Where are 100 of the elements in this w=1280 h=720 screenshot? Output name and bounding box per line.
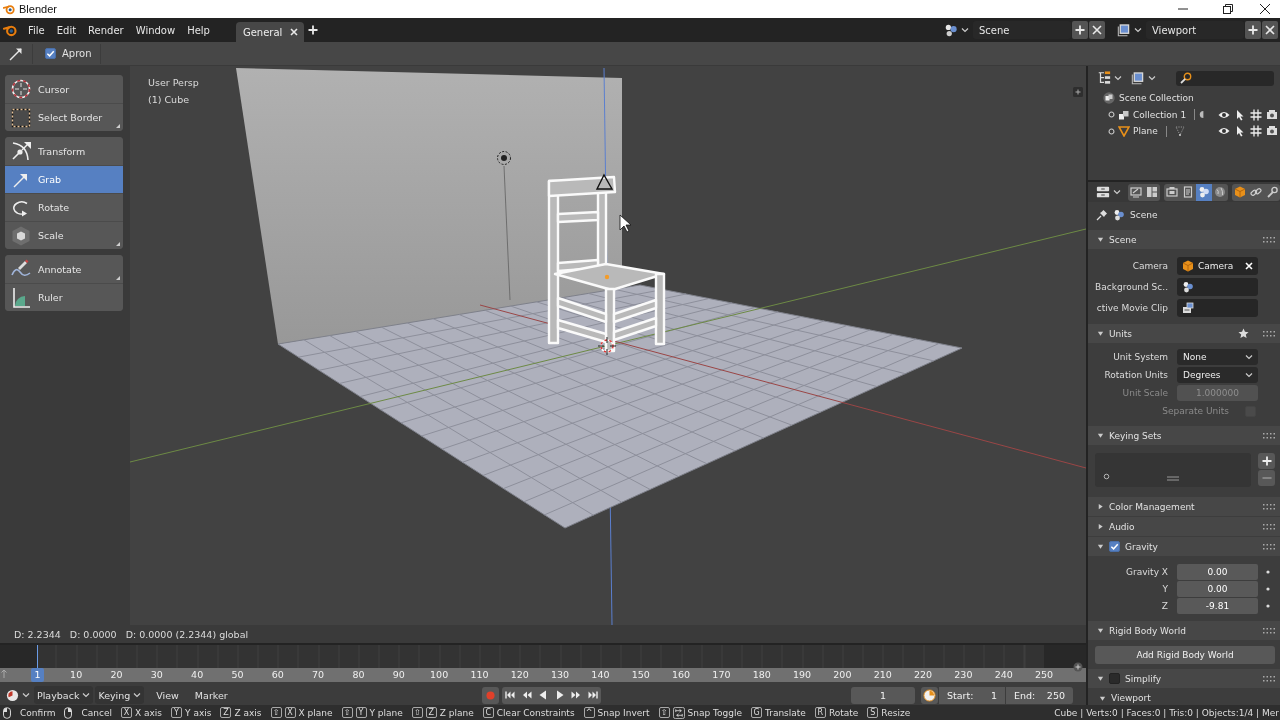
hint-label: Y plane (369, 707, 403, 718)
transform-icon (10, 140, 32, 162)
plus-icon (1075, 25, 1085, 35)
checkbox[interactable] (1109, 673, 1120, 684)
properties-tab[interactable] (1196, 183, 1212, 201)
menu-item[interactable]: Window (129, 18, 182, 42)
list-field[interactable] (1095, 453, 1251, 487)
checkbox[interactable] (1109, 541, 1120, 552)
timeline-track[interactable] (0, 645, 1086, 668)
add-view-layer-button[interactable] (1245, 21, 1261, 39)
camera-icon[interactable] (1264, 108, 1280, 121)
scene-name-field[interactable]: Scene (973, 21, 1071, 39)
tool-button[interactable]: Scale (5, 221, 123, 249)
search-field[interactable] (1176, 70, 1274, 86)
menu-item[interactable]: Playback (34, 686, 94, 704)
app-logo-icon[interactable] (3, 23, 17, 37)
hash-icon[interactable] (1248, 125, 1264, 138)
small-circle-icon[interactable] (1108, 127, 1115, 135)
small-plus-icon[interactable] (1073, 87, 1083, 97)
close-icon[interactable] (290, 28, 299, 36)
drag-handle-icon[interactable] (1263, 627, 1275, 634)
frame-number: 100 (429, 668, 450, 682)
menu-item[interactable]: Render (82, 18, 130, 42)
menu-item[interactable]: Edit (50, 18, 83, 42)
animate-dot-icon[interactable] (1266, 586, 1270, 591)
dropdown-field[interactable]: None (1177, 349, 1258, 365)
vertex-triangle-icon[interactable] (1173, 125, 1186, 138)
panel-header[interactable]: Color Management (1088, 497, 1280, 516)
view-layer-name-field[interactable]: Viewport (1146, 21, 1244, 39)
resize-grip-icon[interactable] (1167, 476, 1179, 481)
end-frame-field[interactable]: End: 250 (1006, 686, 1073, 704)
spheres-icon (1198, 186, 1210, 198)
tool-button[interactable]: Ruler (5, 283, 123, 311)
small-circle-icon[interactable] (1103, 473, 1110, 480)
playhead[interactable]: 1 (31, 645, 44, 682)
frame-number: 220 (913, 668, 934, 682)
workspace-tab[interactable]: General (235, 22, 305, 42)
tool-button[interactable]: Select Border (5, 103, 123, 131)
dropdown-field[interactable]: Degrees (1177, 367, 1258, 383)
add-button[interactable] (1258, 453, 1275, 469)
cube-icon (10, 224, 32, 247)
datablock-field[interactable] (1177, 277, 1258, 296)
datablock-field[interactable]: Camera (1177, 256, 1258, 275)
view-name-label: User Persp (148, 76, 199, 90)
panel-header[interactable]: Audio (1088, 517, 1280, 536)
animate-dot-icon[interactable] (1266, 569, 1270, 574)
menu-item[interactable]: Help (181, 18, 216, 42)
panel-header[interactable]: Keying Sets (1088, 426, 1280, 445)
number-field[interactable]: -9.81 (1177, 597, 1258, 614)
remove-view-layer-button[interactable] (1262, 21, 1278, 39)
datablock-field[interactable] (1177, 298, 1258, 317)
tool-button[interactable]: Annotate (5, 255, 123, 283)
pin-icon[interactable] (1096, 209, 1108, 221)
outliner-item[interactable]: Scene Collection (1119, 93, 1194, 104)
menu-item[interactable]: File (22, 18, 51, 42)
hash-icon[interactable] (1248, 108, 1264, 121)
panel-header[interactable]: Scene (1088, 230, 1280, 249)
cube-icon (1234, 186, 1246, 198)
small-plus-icon[interactable] (1073, 662, 1083, 672)
drag-handle-icon[interactable] (1263, 543, 1275, 550)
panel-header[interactable]: Gravity (1088, 537, 1280, 556)
drag-handle-icon[interactable] (1263, 503, 1275, 510)
start-frame-field[interactable]: Start: 1 (939, 686, 1005, 704)
drag-handle-icon[interactable] (1263, 236, 1275, 243)
drag-handle-icon[interactable] (1263, 432, 1275, 439)
add-scene-button[interactable] (1072, 21, 1088, 39)
drag-handle-icon[interactable] (1263, 523, 1275, 530)
panel-header[interactable]: Rigid Body World (1088, 621, 1280, 640)
number-field[interactable]: 0.00 (1177, 563, 1258, 580)
shortcut-key: Z (425, 707, 437, 718)
outliner-item[interactable]: Plane (1133, 126, 1158, 137)
hint-label: Clear Constraints (496, 707, 575, 718)
animate-dot-icon[interactable] (1266, 603, 1270, 608)
3d-viewport[interactable]: User Persp (1) Cube (130, 66, 1086, 625)
drag-handle-icon[interactable] (1263, 675, 1275, 682)
camera-icon[interactable] (1264, 125, 1280, 138)
menu-item[interactable]: Keying (95, 686, 145, 704)
panel-header[interactable]: Units (1088, 324, 1280, 343)
tool-button[interactable]: Grab (5, 165, 123, 193)
preview-range-button[interactable] (921, 686, 938, 704)
menu-item[interactable]: View (152, 686, 183, 704)
image-stack-icon (1117, 23, 1131, 37)
film-icon (1182, 301, 1194, 314)
app-logo-icon (3, 3, 15, 15)
star-icon[interactable] (1238, 328, 1249, 339)
current-frame-field[interactable]: 1 (851, 686, 915, 704)
checkbox-label[interactable]: Apron (62, 48, 92, 59)
drag-handle-icon[interactable] (1263, 330, 1275, 337)
hint-label: Cancel (81, 707, 112, 718)
add-rigid-body-button[interactable]: Add Rigid Body World (1095, 646, 1275, 664)
frame-number: 80 (351, 668, 366, 682)
mouse-right-icon (64, 706, 73, 719)
outliner-item[interactable]: Collection 1 (1133, 109, 1187, 120)
remove-scene-button[interactable] (1089, 21, 1105, 39)
field-label: Gravity X (1125, 566, 1168, 577)
menu-item[interactable]: Marker (190, 686, 232, 704)
checkbox[interactable] (45, 48, 56, 59)
small-circle-icon[interactable] (1108, 111, 1115, 119)
number-field[interactable]: 0.00 (1177, 580, 1258, 597)
panel-header[interactable]: Simplify (1088, 669, 1280, 688)
